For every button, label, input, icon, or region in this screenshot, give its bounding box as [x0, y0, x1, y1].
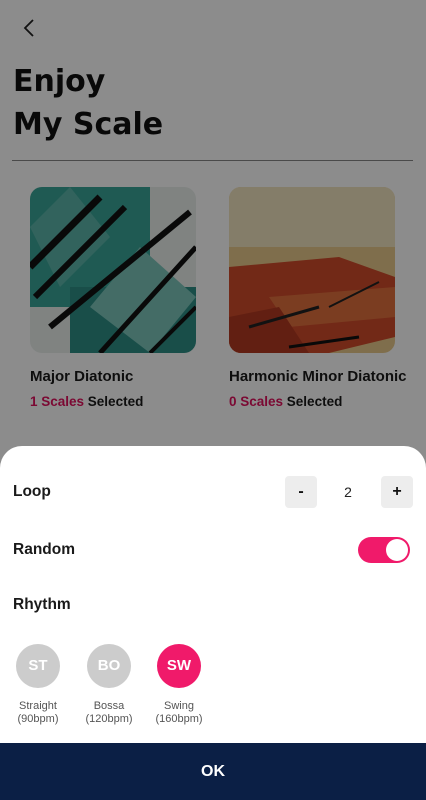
loop-decrement-button[interactable]: -: [285, 476, 317, 508]
rhythm-badge: SW: [157, 644, 201, 688]
rhythm-badge: ST: [16, 644, 60, 688]
toggle-knob: [386, 539, 408, 561]
rhythm-bpm: (90bpm): [17, 713, 59, 725]
rhythm-name: Swing: [164, 700, 194, 712]
rhythm-name: Straight: [19, 700, 57, 712]
rhythm-name: Bossa: [93, 700, 125, 712]
random-toggle[interactable]: [358, 537, 410, 563]
rhythm-bpm: (120bpm): [85, 713, 133, 725]
rhythm-option-straight[interactable]: ST Straight (90bpm): [2, 644, 74, 726]
rhythm-option-bossa[interactable]: BO Bossa (120bpm): [73, 644, 145, 726]
random-label: Random: [13, 541, 75, 558]
rhythm-option-swing[interactable]: SW Swing (160bpm): [143, 644, 215, 726]
rhythm-label: Rhythm: [13, 596, 71, 613]
ok-button[interactable]: OK: [0, 743, 426, 800]
loop-label: Loop: [13, 483, 51, 500]
loop-increment-button[interactable]: +: [381, 476, 413, 508]
rhythm-badge: BO: [87, 644, 131, 688]
rhythm-bpm: (160bpm): [155, 713, 203, 725]
loop-value: 2: [344, 484, 352, 500]
